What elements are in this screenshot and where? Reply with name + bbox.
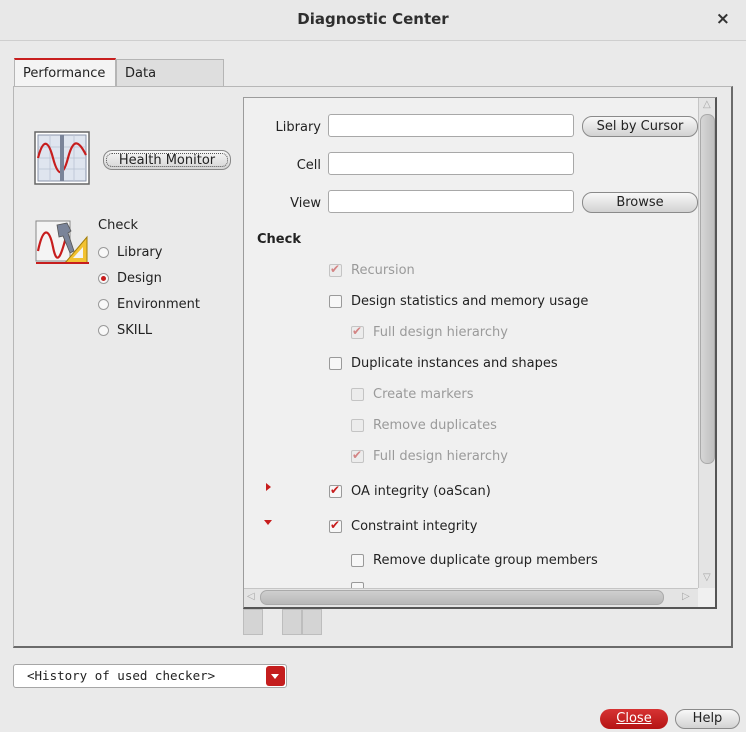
radio-button[interactable]: [98, 324, 109, 336]
cell-field[interactable]: [328, 152, 574, 175]
check-duplicate-instances[interactable]: Duplicate instances and shapes: [329, 353, 558, 373]
collapse-arrow-icon[interactable]: [264, 520, 272, 525]
vertical-scrollbar[interactable]: △ ▽: [698, 98, 715, 588]
checkbox-label: Remove duplicates: [373, 417, 497, 433]
checkbox-label: Duplicate instances and shapes: [351, 355, 558, 371]
checkbox[interactable]: [329, 294, 342, 308]
radio-button[interactable]: [98, 246, 109, 258]
close-window-icon[interactable]: ×: [716, 9, 730, 29]
horizontal-scroll-thumb[interactable]: [260, 590, 664, 605]
checkbox[interactable]: [351, 553, 364, 567]
chevron-down-icon[interactable]: [266, 666, 285, 686]
expand-arrow-icon[interactable]: [266, 483, 271, 491]
checkbox: [351, 418, 364, 432]
check-options-scroll-area[interactable]: Library Sel by Cursor Cell View Browse C…: [243, 97, 717, 609]
checkbox: [351, 324, 364, 339]
tab-data-integrity[interactable]: Data Integrity: [116, 59, 224, 109]
scroll-up-icon[interactable]: △: [703, 99, 711, 110]
check-scope-label: Check: [98, 218, 138, 233]
vertical-scroll-thumb[interactable]: [700, 114, 715, 464]
tab-performance[interactable]: Performance: [14, 58, 116, 87]
performance-panel: Health Monitor Check Library Design Envi…: [13, 86, 733, 648]
checkbox[interactable]: [329, 356, 342, 370]
checkbox[interactable]: [329, 518, 342, 533]
sel-by-cursor-button[interactable]: Sel by Cursor: [582, 116, 698, 137]
check-create-markers: Create markers: [351, 384, 473, 404]
check-remove-duplicate-group-members[interactable]: Remove duplicate group members: [351, 550, 598, 570]
check-full-design-hierarchy-stats: Full design hierarchy: [351, 322, 508, 342]
scroll-right-icon[interactable]: ▷: [682, 591, 690, 602]
radio-label: Design: [117, 270, 162, 286]
checkbox-label: Create markers: [373, 386, 474, 402]
history-value: <History of used checker>: [27, 668, 216, 683]
view-field[interactable]: [328, 190, 574, 213]
radio-label: SKILL: [117, 322, 153, 338]
cell-label: Cell: [296, 158, 321, 173]
view-label: View: [290, 196, 321, 211]
radio-label: Environment: [117, 296, 201, 312]
radio-button[interactable]: [98, 298, 109, 310]
checkbox[interactable]: [329, 483, 342, 498]
checkbox: [351, 387, 364, 401]
check-remove-duplicates: Remove duplicates: [351, 415, 497, 435]
checkbox-label: Design statistics and memory usage: [351, 293, 589, 309]
checkbox-label: Recursion: [351, 262, 415, 278]
checkbox-label: Remove duplicate group members: [373, 552, 598, 568]
scroll-left-icon[interactable]: ◁: [247, 591, 255, 602]
checkbox-label: Constraint integrity: [351, 518, 478, 534]
checkbox-label: Full design hierarchy: [373, 448, 508, 464]
health-monitor-icon: [34, 131, 90, 185]
radio-button-selected[interactable]: [98, 272, 109, 284]
title-bar: Diagnostic Center ×: [0, 0, 746, 41]
checkbox-label: OA integrity (oaScan): [351, 483, 491, 499]
horizontal-scrollbar[interactable]: ◁ ▷: [244, 588, 698, 607]
library-field[interactable]: [328, 114, 574, 137]
check-oa-integrity[interactable]: OA integrity (oaScan): [329, 481, 491, 501]
close-button[interactable]: Close: [600, 709, 668, 729]
checkbox: [351, 448, 364, 463]
frame-corner-box: [243, 609, 263, 635]
window-title: Diagnostic Center: [297, 10, 449, 28]
checkbox: [329, 262, 342, 277]
check-section-title: Check: [257, 232, 301, 247]
frame-corner-box: [282, 609, 302, 635]
check-tools-icon: [35, 220, 89, 264]
radio-label: Library: [117, 244, 163, 260]
help-button[interactable]: Help: [675, 709, 740, 729]
library-label: Library: [275, 120, 321, 135]
check-design-statistics[interactable]: Design statistics and memory usage: [329, 291, 588, 311]
radio-skill[interactable]: SKILL: [98, 320, 152, 340]
check-recursion: Recursion: [329, 260, 415, 280]
checkbox-label: Full design hierarchy: [373, 324, 508, 340]
radio-environment[interactable]: Environment: [98, 294, 200, 314]
radio-library[interactable]: Library: [98, 242, 162, 262]
frame-corner-box: [302, 609, 322, 635]
health-monitor-button[interactable]: Health Monitor: [103, 150, 231, 170]
history-combobox[interactable]: <History of used checker>: [13, 664, 287, 688]
check-constraint-integrity[interactable]: Constraint integrity: [329, 516, 477, 536]
scroll-down-icon[interactable]: ▽: [703, 572, 711, 583]
check-full-design-hierarchy-dup: Full design hierarchy: [351, 446, 508, 466]
radio-design[interactable]: Design: [98, 268, 162, 288]
browse-button[interactable]: Browse: [582, 192, 698, 213]
